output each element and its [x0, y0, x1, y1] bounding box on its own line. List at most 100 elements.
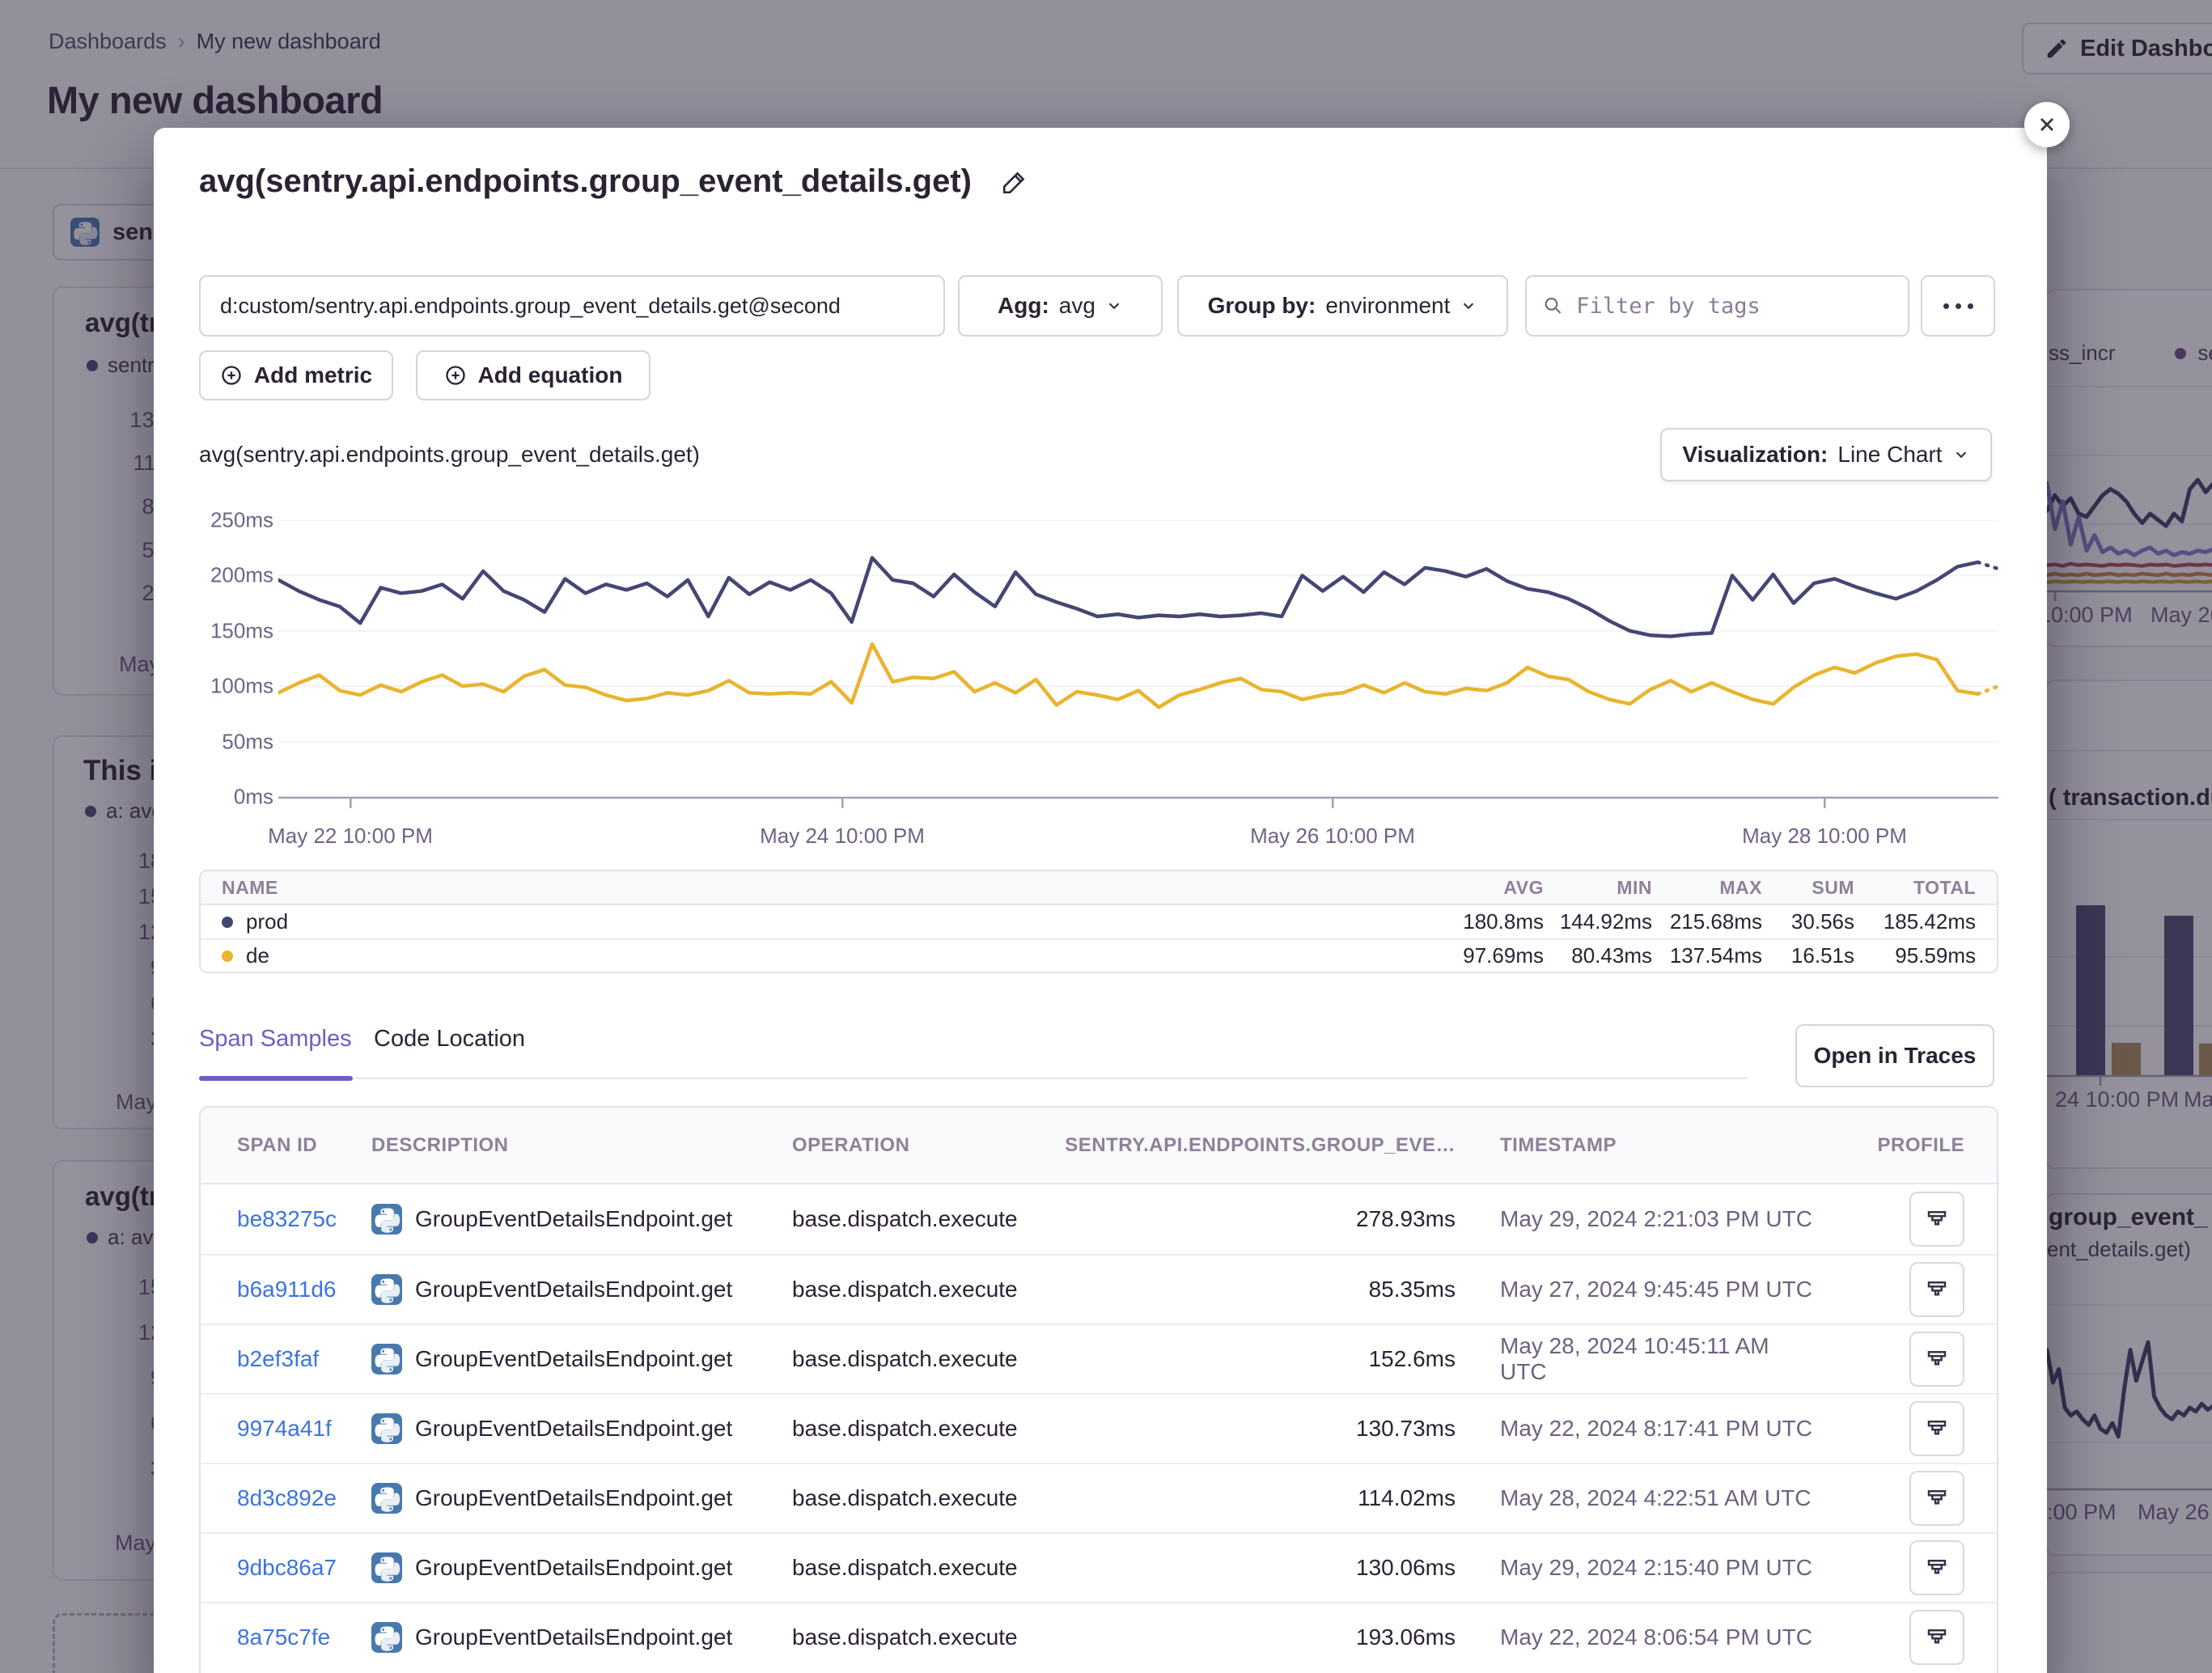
open-in-traces-button[interactable]: Open in Traces [1795, 1024, 1994, 1087]
span-id-link[interactable]: 9974a41f [237, 1416, 371, 1442]
profile-button[interactable] [1909, 1332, 1964, 1387]
series-name: de [246, 943, 269, 968]
add-equation-label: Add equation [478, 362, 623, 388]
overflow-menu-button[interactable] [1921, 275, 1995, 337]
span-id-link[interactable]: 8d3c892e [237, 1485, 371, 1511]
y-axis-tick: 200ms [176, 563, 273, 588]
profile-button[interactable] [1909, 1610, 1964, 1665]
python-icon [371, 1204, 402, 1235]
visualization-dropdown[interactable]: Visualization: Line Chart [1660, 428, 1992, 481]
profiling-icon [1925, 1207, 1949, 1231]
span-operation: base.dispatch.execute [792, 1277, 1051, 1302]
profiling-icon [1925, 1347, 1949, 1371]
chevron-down-icon [1460, 297, 1477, 315]
span-timestamp: May 27, 2024 9:45:45 PM UTC [1456, 1277, 1820, 1302]
profiling-icon [1925, 1486, 1949, 1510]
span-id-link[interactable]: b6a911d6 [237, 1277, 371, 1302]
span-duration: 193.06ms [1051, 1624, 1456, 1650]
ellipsis-icon [1943, 303, 1973, 309]
span-timestamp: May 22, 2024 8:06:54 PM UTC [1456, 1624, 1820, 1650]
span-timestamp: May 22, 2024 8:17:41 PM UTC [1456, 1416, 1820, 1442]
series-total: 185.42ms [1854, 909, 1976, 934]
series-max: 215.68ms [1652, 909, 1762, 934]
profile-button[interactable] [1909, 1192, 1964, 1247]
series-min: 80.43ms [1544, 943, 1652, 968]
profile-button[interactable] [1909, 1540, 1964, 1595]
span-timestamp: May 28, 2024 10:45:11 AM UTC [1456, 1333, 1820, 1385]
chart-title: avg(sentry.api.endpoints.group_event_det… [199, 442, 700, 468]
add-metric-button[interactable]: Add metric [199, 350, 393, 400]
close-modal-button[interactable] [2024, 102, 2070, 147]
span-description: GroupEventDetailsEndpoint.get [415, 1485, 732, 1511]
y-axis-tick: 100ms [176, 674, 273, 699]
column-header: PROFILE [1820, 1134, 1964, 1157]
column-header: SPAN ID [237, 1134, 371, 1157]
y-axis-tick: 150ms [176, 619, 273, 644]
series-summary-table: NAME AVG MIN MAX SUM TOTAL prod 180.8ms … [199, 870, 1998, 973]
aggregate-label: Agg: [998, 293, 1049, 319]
tab-span-samples[interactable]: Span Samples [199, 1026, 352, 1053]
group-by-value: environment [1325, 293, 1450, 319]
python-icon [371, 1413, 402, 1444]
span-timestamp: May 29, 2024 2:15:40 PM UTC [1456, 1555, 1820, 1581]
plus-circle-icon [220, 364, 243, 387]
span-id-link[interactable]: b2ef3faf [237, 1346, 371, 1372]
chevron-down-icon [1105, 297, 1123, 315]
span-duration: 130.73ms [1051, 1416, 1456, 1442]
span-description: GroupEventDetailsEndpoint.get [415, 1206, 732, 1232]
python-icon [371, 1274, 402, 1305]
profile-button[interactable] [1909, 1471, 1964, 1526]
group-by-dropdown[interactable]: Group by: environment [1177, 275, 1508, 337]
close-icon [2036, 113, 2058, 136]
summary-row-de[interactable]: de 97.69ms 80.43ms 137.54ms 16.51s 95.59… [201, 938, 1997, 972]
aggregate-dropdown[interactable]: Agg: avg [958, 275, 1163, 337]
python-icon [371, 1552, 402, 1583]
metric-line-chart[interactable] [278, 520, 1998, 810]
x-axis-tick: May 26 10:00 PM [1250, 824, 1415, 849]
x-axis-tick: May 28 10:00 PM [1742, 824, 1907, 849]
summary-row-prod[interactable]: prod 180.8ms 144.92ms 215.68ms 30.56s 18… [201, 905, 1997, 938]
span-operation: base.dispatch.execute [792, 1346, 1051, 1372]
span-duration: 85.35ms [1051, 1277, 1456, 1302]
sample-row: be83275c GroupEventDetailsEndpoint.get b… [201, 1184, 1997, 1254]
span-id-link[interactable]: be83275c [237, 1206, 371, 1232]
profile-button[interactable] [1909, 1401, 1964, 1456]
sample-row: 8d3c892e GroupEventDetailsEndpoint.get b… [201, 1463, 1997, 1532]
span-description: GroupEventDetailsEndpoint.get [415, 1555, 732, 1581]
column-header: DESCRIPTION [371, 1134, 792, 1157]
sample-row: 8a75c7fe GroupEventDetailsEndpoint.get b… [201, 1602, 1997, 1671]
x-axis-tick: May 24 10:00 PM [760, 824, 925, 849]
sample-row: b2ef3faf GroupEventDetailsEndpoint.get b… [201, 1324, 1997, 1393]
series-color-dot [222, 951, 233, 962]
series-color-dot [222, 917, 233, 928]
tab-code-location[interactable]: Code Location [374, 1026, 525, 1053]
span-operation: base.dispatch.execute [792, 1624, 1051, 1650]
add-equation-button[interactable]: Add equation [416, 350, 650, 400]
series-sum: 16.51s [1762, 943, 1854, 968]
span-operation: base.dispatch.execute [792, 1206, 1051, 1232]
span-duration: 278.93ms [1051, 1206, 1456, 1232]
sample-row: b6a911d6 GroupEventDetailsEndpoint.get b… [201, 1254, 1997, 1324]
span-id-link[interactable]: 8a75c7fe [237, 1624, 371, 1650]
tag-filter-input[interactable] [1574, 276, 1892, 336]
x-axis-tick: May 22 10:00 PM [268, 824, 433, 849]
group-by-label: Group by: [1208, 293, 1316, 319]
profiling-icon [1925, 1625, 1949, 1650]
samples-header-row: SPAN ID DESCRIPTION OPERATION SENTRY.API… [201, 1108, 1997, 1184]
column-header: MIN [1544, 877, 1652, 899]
span-id-link[interactable]: 9dbc86a7 [237, 1555, 371, 1581]
column-header: TIMESTAMP [1456, 1134, 1820, 1157]
metric-query-input[interactable] [199, 275, 945, 337]
profile-button[interactable] [1909, 1262, 1964, 1317]
y-axis-tick: 50ms [176, 730, 273, 755]
search-icon [1543, 294, 1563, 317]
edit-title-pencil-icon[interactable] [1001, 168, 1028, 196]
sample-row: 9dbc86a7 GroupEventDetailsEndpoint.get b… [201, 1532, 1997, 1602]
series-total: 95.59ms [1854, 943, 1976, 968]
column-header: NAME [222, 877, 1430, 899]
python-icon [371, 1344, 402, 1374]
y-axis-tick: 250ms [176, 508, 273, 533]
column-header: SENTRY.API.ENDPOINTS.GROUP_EVE… [1051, 1134, 1456, 1157]
span-description: GroupEventDetailsEndpoint.get [415, 1416, 732, 1442]
screen: Dashboards › My new dashboard My new das… [0, 0, 2212, 1673]
